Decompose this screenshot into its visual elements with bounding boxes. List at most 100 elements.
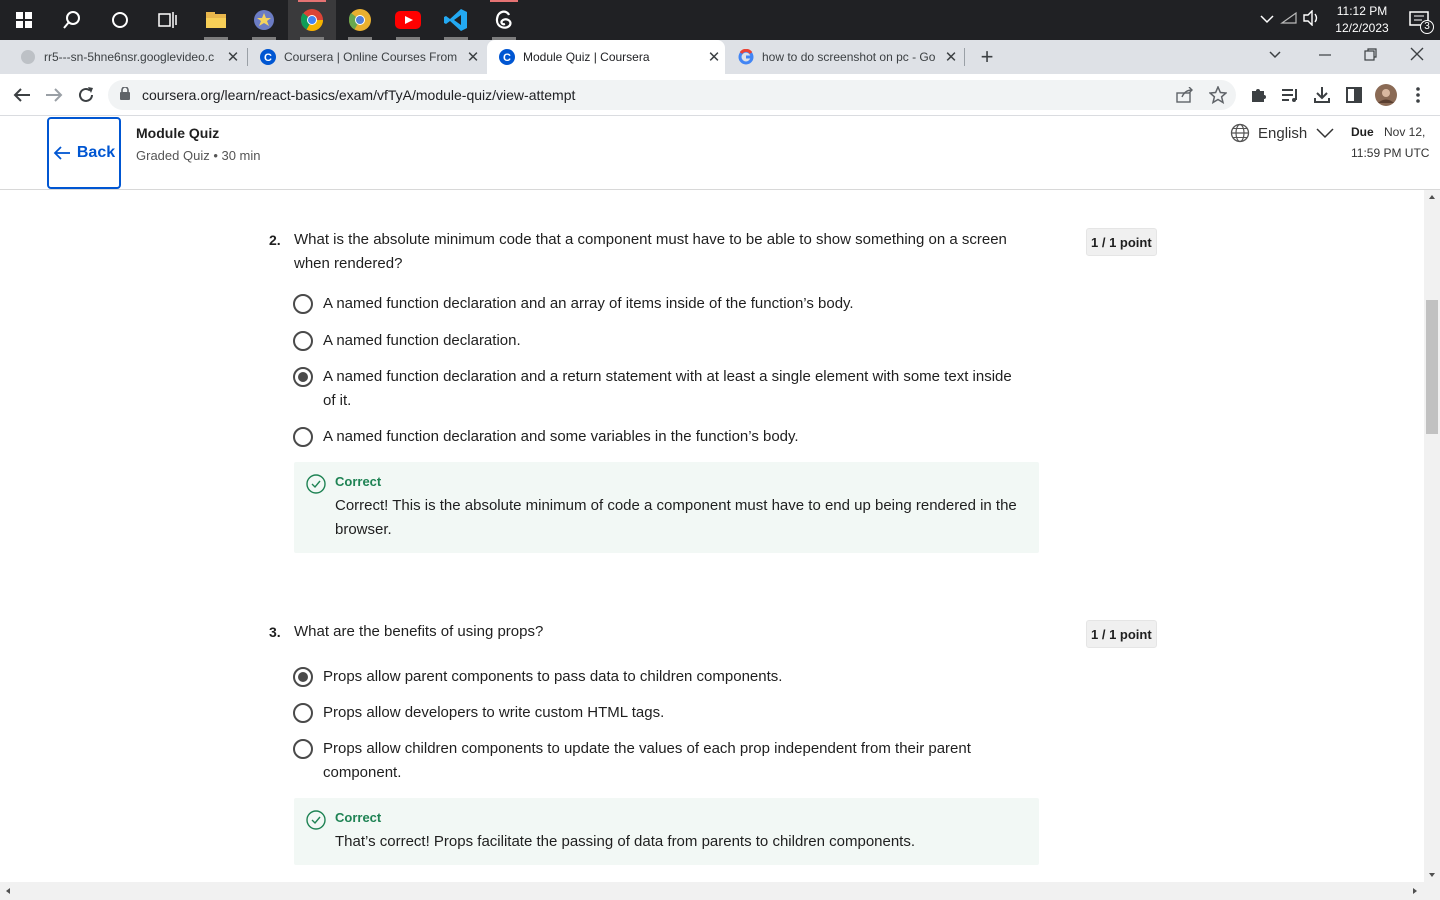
answer-option[interactable]: A named function declaration and a retur… [293, 365, 1023, 413]
vscode-icon[interactable] [432, 0, 480, 40]
tab-separator [247, 48, 248, 66]
volume-icon[interactable] [1302, 8, 1326, 31]
tab-module-quiz[interactable]: C Module Quiz | Coursera ✕ [487, 40, 725, 74]
coursera-favicon-icon: C [499, 49, 515, 65]
option-label: A named function declaration and an arra… [323, 295, 854, 312]
url-text: coursera.org/learn/react-basics/exam/vfT… [142, 87, 576, 103]
tab-google-search[interactable]: how to do screenshot on pc - Go ✕ [726, 40, 962, 74]
tab-separator [964, 48, 965, 66]
new-tab-button[interactable]: + [974, 44, 1000, 70]
tab-coursera-home[interactable]: C Coursera | Online Courses From ✕ [248, 40, 484, 74]
coursera-favicon-icon: C [260, 49, 276, 65]
quiz-content: 2. What is the absolute minimum code tha… [0, 190, 1424, 882]
answer-option[interactable]: Props allow developers to write custom H… [293, 701, 1023, 725]
file-explorer-icon[interactable] [192, 0, 240, 40]
threads-icon[interactable] [480, 0, 528, 40]
answer-option[interactable]: A named function declaration and an arra… [293, 292, 1023, 316]
tab-title: Coursera | Online Courses From [284, 50, 458, 64]
globe-icon [1230, 123, 1250, 143]
quiz-meta: Graded Quiz • 30 min [136, 148, 261, 163]
notification-center-icon[interactable]: 3 [1398, 0, 1440, 40]
back-arrow-icon[interactable] [8, 81, 36, 109]
chevron-up-icon[interactable] [1254, 11, 1280, 29]
chrome-icon[interactable] [288, 0, 336, 40]
forward-arrow-icon[interactable] [40, 81, 68, 109]
profile-avatar[interactable] [1372, 81, 1400, 109]
tab-title: Module Quiz | Coursera [523, 50, 650, 64]
feedback-box: Correct Correct! This is the absolute mi… [294, 462, 1039, 553]
reload-icon[interactable] [72, 81, 100, 109]
tab-googlevideo[interactable]: rr5---sn-5hne6nsr.googlevideo.c ✕ [8, 40, 244, 74]
side-panel-icon[interactable] [1340, 81, 1368, 109]
feedback-text: That’s correct! Props facilitate the pas… [335, 833, 916, 850]
scroll-left-icon[interactable] [3, 882, 13, 900]
option-label: A named function declaration and a retur… [323, 368, 1012, 409]
tab-close-icon[interactable]: ✕ [222, 48, 244, 66]
chrome-alt-icon[interactable] [336, 0, 384, 40]
question-text: What are the benefits of using props? [294, 623, 544, 640]
windows-start-icon[interactable] [0, 0, 48, 40]
quiz-header: Module Quiz Graded Quiz • 30 min English… [0, 116, 1440, 190]
radio-button[interactable] [293, 703, 313, 723]
vertical-scrollbar[interactable] [1424, 190, 1440, 882]
option-label: Props allow parent components to pass da… [323, 668, 783, 685]
due-label: Due [1351, 125, 1374, 139]
cortana-icon[interactable] [96, 0, 144, 40]
clock-date: 12/2/2023 [1335, 21, 1389, 35]
scroll-right-icon[interactable] [1410, 882, 1420, 900]
windows-taskbar: 11:12 PM 12/2/2023 3 [0, 0, 1440, 40]
bookmark-star-icon[interactable] [1209, 86, 1227, 104]
clock[interactable]: 11:12 PM 12/2/2023 [1326, 3, 1398, 37]
task-view-icon[interactable] [144, 0, 192, 40]
tab-close-icon[interactable]: ✕ [703, 48, 725, 66]
question-text: What is the absolute minimum code that a… [294, 231, 1007, 272]
svg-text:C: C [264, 52, 272, 64]
extensions-puzzle-icon[interactable] [1244, 81, 1272, 109]
tab-title: rr5---sn-5hne6nsr.googlevideo.c [44, 50, 215, 64]
scroll-up-icon[interactable] [1424, 192, 1440, 202]
radio-button-selected[interactable] [293, 367, 313, 387]
horizontal-scrollbar[interactable] [0, 882, 1440, 900]
globe-favicon-icon [21, 50, 35, 64]
check-circle-icon [306, 810, 326, 830]
due-date: Nov 12, [1384, 125, 1426, 139]
language-selector[interactable]: English [1230, 123, 1335, 143]
system-tray: 11:12 PM 12/2/2023 3 [1254, 0, 1440, 40]
option-label: A named function declaration and some va… [323, 428, 799, 445]
download-icon[interactable] [1308, 81, 1336, 109]
back-button[interactable]: Back [47, 117, 121, 189]
app-badge-icon[interactable] [240, 0, 288, 40]
address-bar[interactable]: coursera.org/learn/react-basics/exam/vfT… [108, 80, 1236, 110]
tab-title: how to do screenshot on pc - Go [762, 50, 936, 64]
minimize-icon[interactable] [1318, 48, 1332, 67]
share-icon[interactable] [1176, 87, 1194, 103]
media-queue-icon[interactable] [1276, 81, 1304, 109]
radio-button[interactable] [293, 294, 313, 314]
restore-icon[interactable] [1364, 48, 1378, 67]
google-favicon-icon [738, 49, 754, 65]
page-title: Module Quiz [136, 125, 220, 141]
browser-menu-icon[interactable] [1404, 81, 1432, 109]
tab-close-icon[interactable]: ✕ [462, 48, 484, 66]
answer-option[interactable]: Props allow children components to updat… [293, 737, 1003, 785]
youtube-icon[interactable] [384, 0, 432, 40]
option-label: A named function declaration. [323, 332, 521, 349]
tab-search-icon[interactable] [1268, 48, 1282, 67]
lock-icon[interactable] [120, 86, 130, 103]
search-icon[interactable] [48, 0, 96, 40]
arrow-left-icon [53, 146, 70, 160]
answer-option[interactable]: A named function declaration. [293, 329, 1023, 353]
radio-button-selected[interactable] [293, 667, 313, 687]
vertical-scroll-thumb[interactable] [1426, 300, 1438, 434]
radio-button[interactable] [293, 739, 313, 759]
answer-option[interactable]: Props allow parent components to pass da… [293, 665, 1023, 689]
due-time: 11:59 PM UTC [1351, 146, 1430, 160]
tab-close-icon[interactable]: ✕ [940, 48, 962, 66]
radio-button[interactable] [293, 331, 313, 351]
scroll-down-icon[interactable] [1424, 870, 1440, 880]
window-close-icon[interactable] [1410, 47, 1424, 66]
answer-option[interactable]: A named function declaration and some va… [293, 425, 1023, 449]
radio-button[interactable] [293, 427, 313, 447]
wifi-icon[interactable] [1280, 11, 1302, 30]
svg-text:C: C [503, 52, 511, 64]
